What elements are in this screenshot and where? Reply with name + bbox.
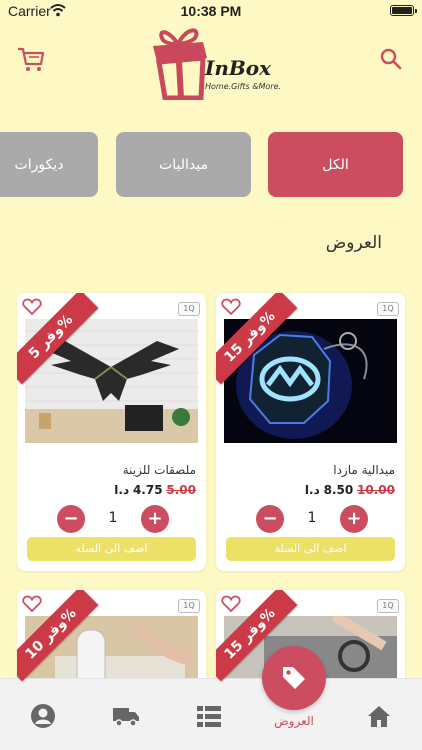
new-price: 8.50 (323, 483, 354, 497)
currency: د.ا (304, 483, 320, 497)
product-badge: 1Q (377, 302, 399, 316)
heart-icon[interactable] (221, 595, 241, 613)
list-icon[interactable] (196, 703, 222, 729)
logo: InBox Home.Gifts &More. (141, 22, 281, 104)
section-title: العروض (325, 233, 382, 253)
new-price: 4.75 (132, 483, 163, 497)
product-badge: 1Q (178, 302, 200, 316)
cart-icon[interactable] (16, 44, 46, 74)
truck-icon[interactable] (112, 703, 140, 729)
offers-tab-button[interactable] (262, 646, 326, 710)
offers-tag-icon (283, 667, 305, 689)
heart-icon[interactable] (221, 298, 241, 316)
heart-icon[interactable] (22, 298, 42, 316)
offers-tab-label[interactable]: العروض (262, 714, 326, 728)
decrease-quantity-button[interactable]: − (57, 505, 85, 533)
category-tab-decor[interactable]: ديكورات (0, 132, 98, 197)
product-price: 5.00 4.75 د.ا (114, 483, 196, 497)
product-card[interactable]: 1Q وفر 10% (17, 590, 206, 690)
old-price: 5.00 (166, 483, 196, 497)
product-price: 10.00 8.50 د.ا (305, 483, 395, 497)
product-name: ميدالية مازدا (333, 463, 395, 477)
status-time: 10:38 PM (180, 3, 242, 19)
heart-icon[interactable] (22, 595, 42, 613)
decrease-quantity-button[interactable]: − (256, 505, 284, 533)
quantity-value: 1 (307, 510, 317, 526)
search-icon[interactable] (380, 48, 402, 70)
quantity-value: 1 (108, 510, 118, 526)
profile-icon[interactable] (30, 703, 56, 729)
quantity-stepper[interactable]: − 1 + (57, 505, 169, 533)
bottom-tab-bar (0, 678, 422, 750)
currency: د.ا (114, 483, 130, 497)
add-to-cart-button[interactable]: اضف الى السلة (27, 537, 196, 561)
product-card[interactable]: 1Q وفر 5% ملصقات للزينة 5.00 4.75 د.ا − … (17, 293, 206, 571)
category-tab-label: ديكورات (14, 156, 64, 173)
old-price: 10.00 (357, 483, 395, 497)
product-card[interactable]: 1Q وفر 15% ميدالية مازدا 10.00 8.50 د.ا … (216, 293, 405, 571)
status-bar: Carrier 10:38 PM (0, 0, 422, 22)
product-badge: 1Q (178, 599, 200, 613)
category-tab-medals[interactable]: ميداليات (116, 132, 251, 197)
category-tab-label: الكل (322, 156, 349, 173)
logo-name: InBox (205, 56, 272, 80)
home-icon[interactable] (366, 703, 392, 729)
gift-box-logo-icon (153, 28, 207, 100)
quantity-stepper[interactable]: − 1 + (256, 505, 368, 533)
increase-quantity-button[interactable]: + (340, 505, 368, 533)
product-badge: 1Q (377, 599, 399, 613)
add-to-cart-button[interactable]: اضف الى السلة (226, 537, 395, 561)
logo-tagline: Home.Gifts &More. (205, 82, 282, 91)
category-tab-all[interactable]: الكل (268, 132, 403, 197)
increase-quantity-button[interactable]: + (141, 505, 169, 533)
category-tab-label: ميداليات (159, 156, 208, 173)
product-name: ملصقات للزينة (122, 463, 196, 477)
battery-icon (390, 5, 417, 16)
